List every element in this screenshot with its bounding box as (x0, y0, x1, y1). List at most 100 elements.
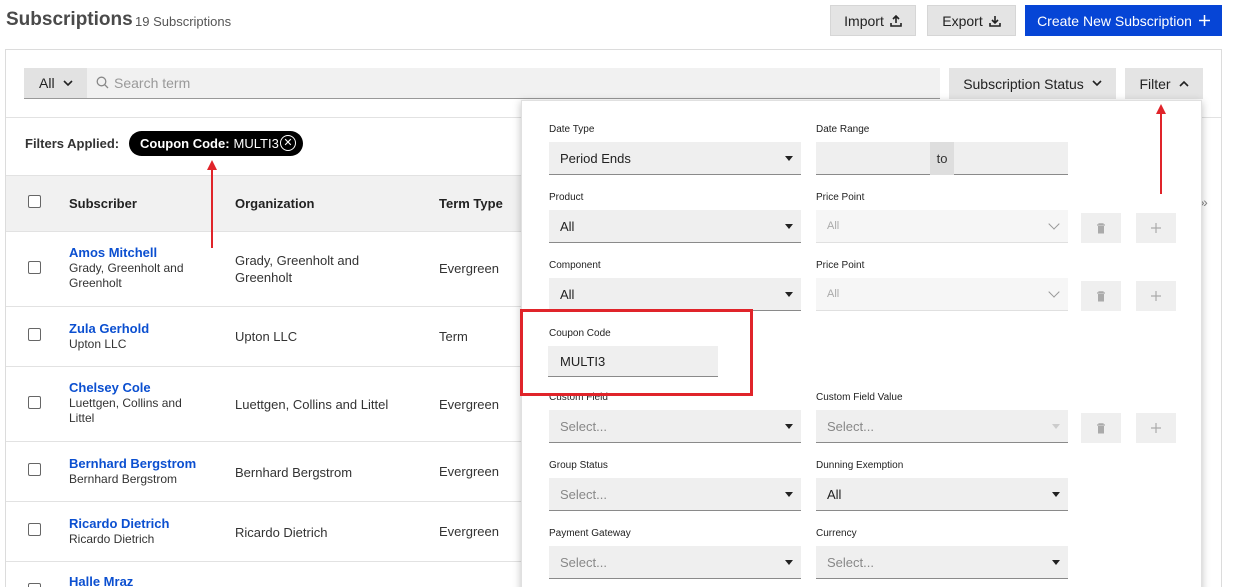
chevron-down-icon (1092, 80, 1102, 87)
delete-component-button[interactable] (1081, 281, 1121, 311)
filter-button[interactable]: Filter (1125, 68, 1203, 99)
subscriber-link[interactable]: Zula Gerhold (69, 321, 149, 336)
filter-annotation-arrow (1160, 112, 1162, 194)
term-type-cell: Evergreen (439, 464, 499, 479)
product-label: Product (549, 192, 584, 203)
arrow-head (1156, 104, 1166, 114)
trash-icon (1097, 422, 1105, 433)
add-component-button[interactable] (1136, 281, 1176, 311)
plus-icon (1198, 15, 1210, 26)
trash-icon (1097, 290, 1105, 301)
payment-gateway-select[interactable]: Select... (549, 546, 801, 579)
component-price-point-select[interactable]: All (816, 278, 1068, 311)
date-type-select[interactable]: Period Ends (549, 142, 801, 175)
chip-annotation-arrow (211, 168, 213, 248)
dunning-exemption-value: All (827, 486, 842, 502)
table-row: Chelsey Cole Luettgen, Collins and Litte… (6, 367, 522, 442)
import-button[interactable]: Import (830, 5, 916, 36)
term-type-cell: Term (439, 329, 468, 344)
table-row: Bernhard Bergstrom Bernhard Bergstrom Be… (6, 442, 522, 502)
group-status-value: Select... (560, 486, 607, 502)
column-term-type[interactable]: Term Type (439, 196, 503, 211)
import-label: Import (844, 12, 884, 29)
coupon-filter-chip: Coupon Code: MULTI3 ✕ (129, 131, 303, 156)
group-status-label: Group Status (549, 460, 608, 471)
subscriber-link[interactable]: Ricardo Dietrich (69, 516, 169, 531)
chevron-down-icon (1048, 218, 1060, 230)
chevron-down-icon (62, 79, 73, 86)
create-label: Create New Subscription (1037, 12, 1192, 29)
row-checkbox[interactable] (28, 523, 41, 536)
date-range-field[interactable]: to (816, 142, 1068, 175)
remove-filter-icon[interactable]: ✕ (280, 135, 296, 151)
currency-select[interactable]: Select... (816, 546, 1068, 579)
custom-field-select[interactable]: Select... (549, 410, 801, 443)
row-checkbox[interactable] (28, 463, 41, 476)
export-button[interactable]: Export (927, 5, 1016, 36)
scope-select[interactable]: All (24, 68, 87, 98)
product-select[interactable]: All (549, 210, 801, 243)
caret-down-icon (785, 492, 793, 497)
delete-price-point-button[interactable] (1081, 213, 1121, 243)
scope-value: All (39, 75, 55, 91)
term-type-cell: Evergreen (439, 261, 499, 276)
subscriber-link[interactable]: Bernhard Bergstrom (69, 456, 196, 471)
component-label: Component (549, 260, 601, 271)
caret-down-icon (1052, 424, 1060, 429)
subscription-status-dropdown[interactable]: Subscription Status (949, 68, 1116, 99)
search-bar: All (24, 68, 940, 99)
date-type-label: Date Type (549, 124, 595, 135)
add-price-point-button[interactable] (1136, 213, 1176, 243)
dunning-exemption-select[interactable]: All (816, 478, 1068, 511)
filters-applied-label: Filters Applied: (25, 136, 120, 151)
caret-down-icon (785, 224, 793, 229)
table-row: Amos Mitchell Grady, Greenholt and Green… (6, 232, 522, 307)
subscriber-org: Upton LLC (69, 337, 127, 351)
search-input[interactable] (114, 68, 914, 98)
custom-field-value: Select... (560, 418, 607, 434)
term-type-cell: Evergreen (439, 397, 499, 412)
caret-down-icon (785, 424, 793, 429)
row-checkbox[interactable] (28, 583, 41, 587)
table-row: Zula Gerhold Upton LLC Upton LLC Term (6, 307, 522, 367)
custom-field-value-select[interactable]: Select... (816, 410, 1068, 443)
caret-down-icon (1052, 560, 1060, 565)
price-point-label: Price Point (816, 192, 865, 203)
arrow-head (207, 160, 217, 170)
table-header: Subscriber Organization Term Type (6, 175, 522, 232)
subscriber-link[interactable]: Halle Mraz (69, 574, 133, 587)
subscriber-org: Ricardo Dietrich (69, 532, 155, 546)
plus-icon (1151, 291, 1161, 301)
organization-cell: Grady, Greenholt and Greenholt (235, 253, 360, 285)
subscription-count: 19 Subscriptions (135, 14, 232, 29)
caret-down-icon (785, 292, 793, 297)
delete-custom-field-button[interactable] (1081, 413, 1121, 443)
row-checkbox[interactable] (28, 328, 41, 341)
chevron-down-icon (1048, 286, 1060, 298)
create-subscription-button[interactable]: Create New Subscription (1025, 5, 1222, 36)
subscriber-link[interactable]: Chelsey Cole (69, 380, 151, 395)
status-label: Subscription Status (963, 75, 1084, 92)
component-select[interactable]: All (549, 278, 801, 311)
upload-icon (890, 14, 902, 27)
currency-value: Select... (827, 554, 874, 570)
price-point-select[interactable]: All (816, 210, 1068, 243)
column-subscriber[interactable]: Subscriber (69, 196, 137, 211)
organization-cell: Luettgen, Collins and Littel (235, 397, 389, 412)
caret-down-icon (1052, 492, 1060, 497)
subscriber-org: Luettgen, Collins and Littel (69, 396, 182, 425)
chip-value: MULTI3 (233, 136, 279, 151)
trash-icon (1097, 222, 1105, 233)
filter-label: Filter (1139, 75, 1171, 92)
payment-gateway-value: Select... (560, 554, 607, 570)
group-status-select[interactable]: Select... (549, 478, 801, 511)
row-checkbox[interactable] (28, 261, 41, 274)
price-point-value: All (827, 288, 840, 300)
add-custom-field-button[interactable] (1136, 413, 1176, 443)
subscriber-link[interactable]: Amos Mitchell (69, 245, 157, 260)
date-type-value: Period Ends (560, 150, 631, 166)
date-range-to: to (930, 142, 954, 175)
select-all-checkbox[interactable] (28, 195, 41, 208)
column-organization[interactable]: Organization (235, 196, 314, 211)
row-checkbox[interactable] (28, 396, 41, 409)
